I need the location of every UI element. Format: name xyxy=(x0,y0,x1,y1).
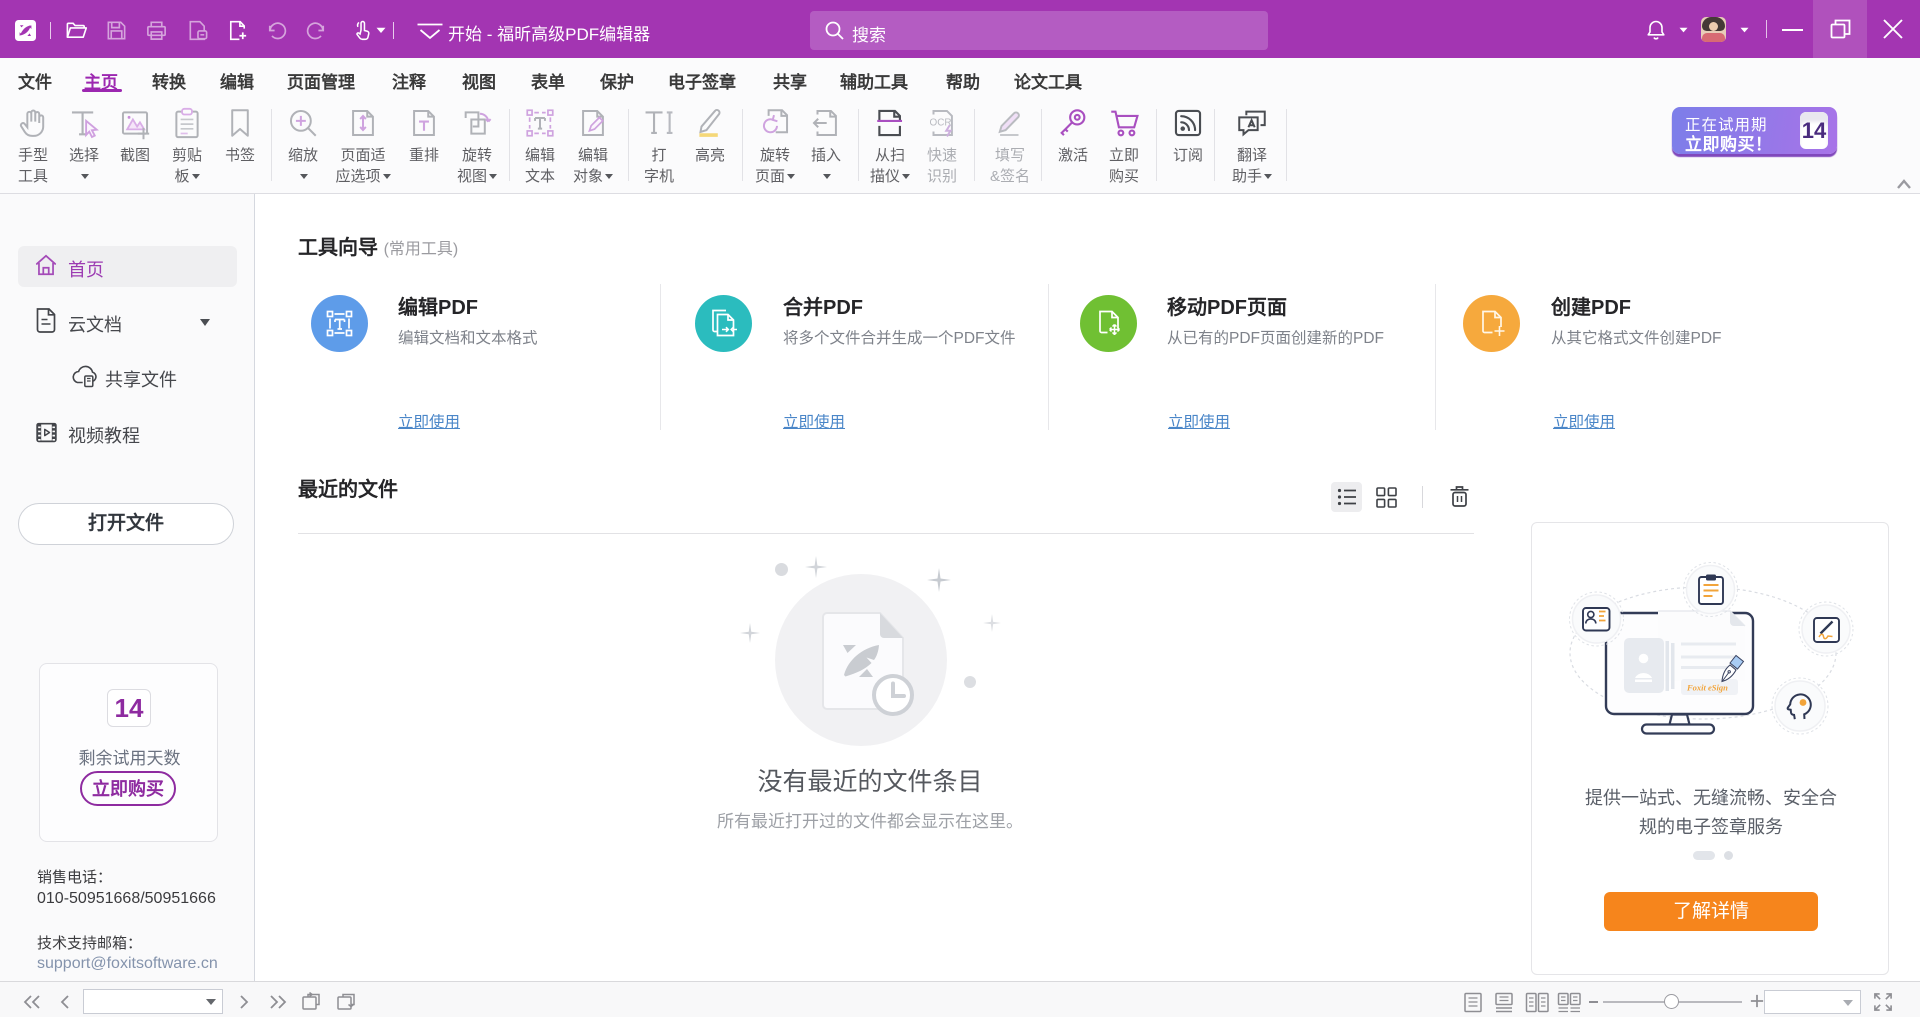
svg-text:Foxit eSign: Foxit eSign xyxy=(1686,683,1728,693)
